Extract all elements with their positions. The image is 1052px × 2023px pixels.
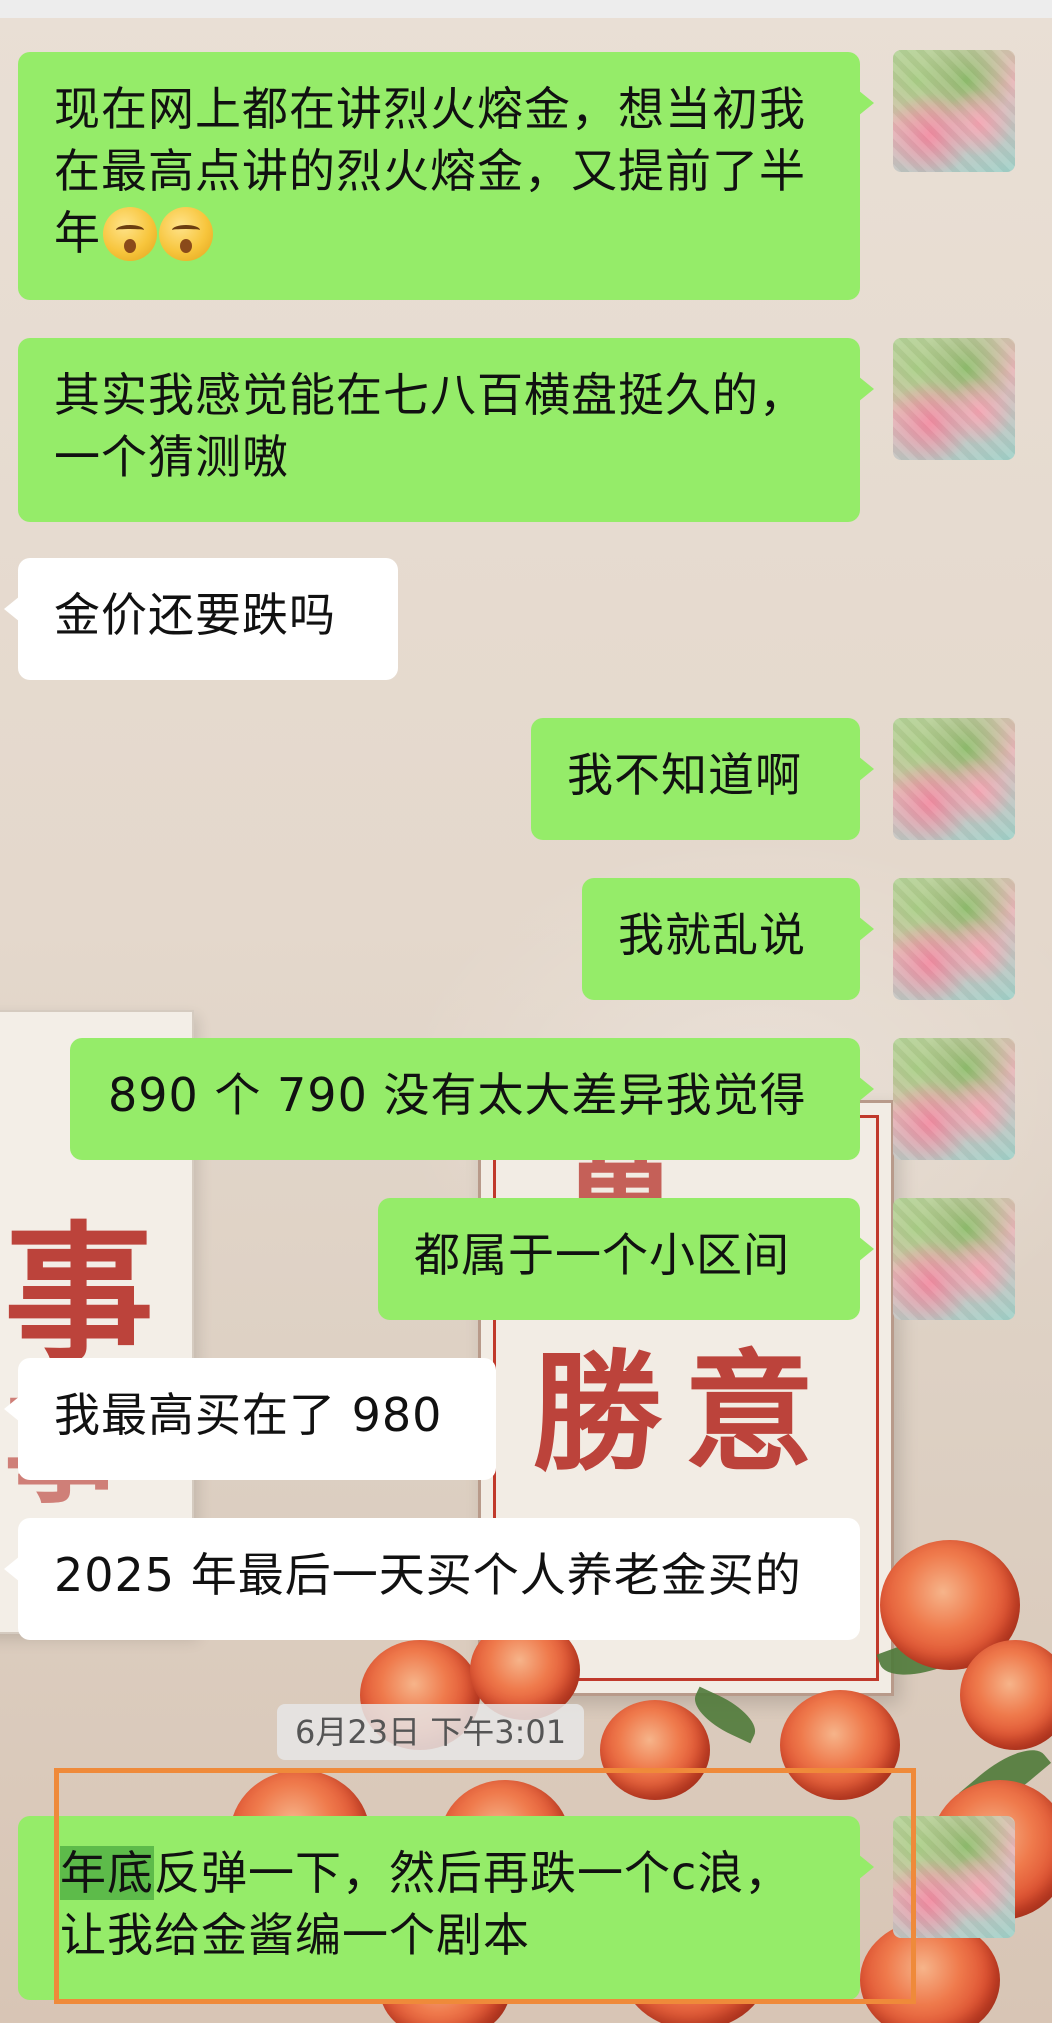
message-bubble-incoming[interactable]: 我最高买在了 980	[4, 1358, 496, 1480]
background-rose	[600, 1700, 710, 1800]
message-bubble-outgoing[interactable]: 890 个 790 没有太大差异我觉得	[70, 1038, 874, 1160]
avatar[interactable]	[893, 1198, 1015, 1320]
message-text: 我最高买在了 980	[54, 1388, 443, 1442]
background-rose	[960, 1640, 1052, 1750]
avatar[interactable]	[893, 1038, 1015, 1160]
background-calligraphy-char: 意	[684, 1336, 815, 1489]
message-bubble-outgoing[interactable]: 我不知道啊	[531, 718, 874, 840]
smirking-face-emoji-icon	[103, 207, 157, 261]
message-text: 890 个 790 没有太大差异我觉得	[108, 1068, 807, 1122]
message-bubble-outgoing[interactable]: 年底反弹一下，然后再跌一个c浪，让我给金酱编一个剧本	[18, 1816, 874, 2000]
message-bubble-outgoing[interactable]: 其实我感觉能在七八百横盘挺久的，一个猜测嗷	[18, 338, 874, 522]
background-calligraphy-char: 勝	[532, 1336, 663, 1489]
avatar[interactable]	[893, 878, 1015, 1000]
message-text: 金价还要跌吗	[54, 588, 336, 642]
message-bubble-outgoing[interactable]: 我就乱说	[582, 878, 874, 1000]
message-text: 都属于一个小区间	[414, 1228, 790, 1282]
background-rose	[780, 1690, 900, 1800]
status-bar-strip	[0, 0, 1052, 18]
message-text: 我就乱说	[618, 908, 806, 962]
message-text: 我不知道啊	[567, 748, 802, 802]
message-bubble-incoming[interactable]: 金价还要跌吗	[4, 558, 398, 680]
message-text: 2025 年最后一天买个人养老金买的	[54, 1548, 802, 1602]
background-calligraphy-char: 事	[4, 1207, 155, 1383]
message-bubble-outgoing[interactable]: 都属于一个小区间	[378, 1198, 874, 1320]
selected-text[interactable]: 年底	[60, 1846, 154, 1900]
message-bubble-outgoing[interactable]: 现在网上都在讲烈火熔金，想当初我在最高点讲的烈火熔金，又提前了半年	[18, 52, 874, 300]
avatar[interactable]	[893, 1816, 1015, 1938]
avatar[interactable]	[893, 718, 1015, 840]
message-timestamp: 6月23日 下午3:01	[277, 1704, 585, 1760]
avatar[interactable]	[893, 338, 1015, 460]
message-bubble-incoming[interactable]: 2025 年最后一天买个人养老金买的	[4, 1518, 860, 1640]
smirking-face-emoji-icon	[159, 207, 213, 261]
message-text: 反弹一下，然后再跌一个c浪，让我给金酱编一个剧本	[60, 1846, 792, 1962]
message-text: 其实我感觉能在七八百横盘挺久的，一个猜测嗷	[54, 368, 806, 484]
avatar[interactable]	[893, 50, 1015, 172]
